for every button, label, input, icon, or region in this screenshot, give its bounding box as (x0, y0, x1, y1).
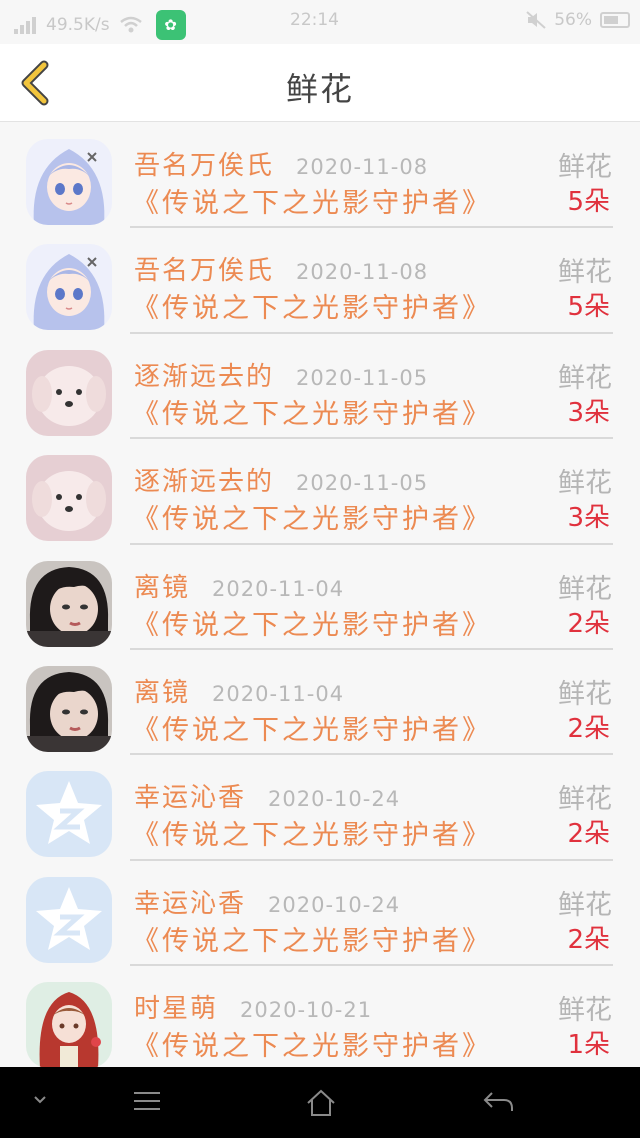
avatar[interactable] (26, 349, 112, 436)
battery-percent: 56% (554, 10, 592, 30)
page-title: 鲜花 (285, 70, 354, 108)
user-name[interactable]: 离镜 (134, 567, 190, 604)
menu-icon[interactable] (132, 1089, 162, 1113)
flower-count: 3朵 (567, 503, 610, 534)
flower-label: 鲜花 (558, 784, 612, 816)
avatar[interactable] (26, 455, 112, 542)
list-item[interactable]: 离镜 2020-11-04 《传说之下之光影守护者》 鲜花 2朵 (0, 545, 640, 650)
book-title[interactable]: 《传说之下之光影守护者》 (132, 603, 492, 642)
user-name[interactable]: 吾名万俟氏 (134, 250, 274, 287)
user-name[interactable]: 吾名万俟氏 (134, 145, 274, 182)
book-title[interactable]: 《传说之下之光影守护者》 (132, 392, 492, 431)
list-item[interactable]: 吾名万俟氏 2020-11-08 《传说之下之光影守护者》 鲜花 5朵 (0, 228, 640, 334)
flower-count: 5朵 (567, 187, 610, 217)
list-item[interactable]: 幸运沁香 2020-10-24 《传说之下之光影守护者》 鲜花 2朵 (0, 861, 640, 967)
book-title[interactable]: 《传说之下之光影守护者》 (132, 181, 492, 220)
gift-date: 2020-11-05 (296, 365, 429, 390)
flower-count: 2朵 (567, 819, 610, 850)
avatar[interactable] (26, 771, 112, 858)
list-item[interactable]: 逐渐远去的 2020-11-05 《传说之下之光影守护者》 鲜花 3朵 (0, 334, 640, 440)
flower-label: 鲜花 (558, 257, 612, 289)
book-title[interactable]: 《传说之下之光影守护者》 (132, 708, 492, 747)
wifi-icon (119, 16, 142, 33)
user-name[interactable]: 幸运沁香 (134, 883, 246, 920)
net-speed: 49.5K/s (46, 15, 110, 35)
gift-date: 2020-11-08 (296, 260, 429, 285)
avatar[interactable] (26, 982, 112, 1067)
flower-count: 2朵 (567, 713, 610, 744)
user-name[interactable]: 逐渐远去的 (134, 461, 274, 498)
book-title[interactable]: 《传说之下之光影守护者》 (132, 497, 492, 536)
book-title[interactable]: 《传说之下之光影守护者》 (132, 813, 492, 852)
flower-count: 2朵 (567, 924, 610, 955)
avatar[interactable] (26, 876, 112, 963)
flower-label: 鲜花 (558, 152, 612, 183)
user-name[interactable]: 逐渐远去的 (134, 356, 274, 393)
user-name[interactable]: 幸运沁香 (134, 777, 246, 814)
return-icon[interactable] (482, 1089, 514, 1115)
book-title[interactable]: 《传说之下之光影守护者》 (132, 1024, 492, 1063)
flower-label: 鲜花 (558, 995, 612, 1027)
flower-label: 鲜花 (558, 678, 612, 710)
list-item[interactable]: 时星萌 2020-10-21 《传说之下之光影守护者》 鲜花 1朵 (0, 966, 640, 1067)
gift-date: 2020-11-04 (212, 681, 345, 706)
system-nav-bar (0, 1067, 640, 1138)
flower-label: 鲜花 (558, 573, 612, 605)
flower-count: 3朵 (567, 397, 610, 428)
home-icon[interactable] (306, 1089, 336, 1117)
avatar[interactable] (26, 665, 112, 752)
flower-label: 鲜花 (558, 468, 612, 500)
app-notification-icon: ✿ (155, 10, 186, 40)
signal-icon (14, 16, 36, 34)
book-title[interactable]: 《传说之下之光影守护者》 (132, 919, 492, 958)
list-item[interactable]: 离镜 2020-11-04 《传说之下之光影守护者》 鲜花 2朵 (0, 650, 640, 756)
avatar[interactable] (26, 139, 112, 225)
user-name[interactable]: 离镜 (134, 672, 190, 709)
list-item[interactable]: 逐渐远去的 2020-11-05 《传说之下之光影守护者》 鲜花 3朵 (0, 439, 640, 545)
list-item[interactable]: 幸运沁香 2020-10-24 《传说之下之光影守护者》 鲜花 2朵 (0, 755, 640, 861)
flower-count: 5朵 (567, 292, 610, 323)
flower-count: 1朵 (567, 1030, 610, 1061)
gift-date: 2020-11-08 (296, 155, 429, 179)
gift-date: 2020-11-05 (296, 471, 429, 496)
avatar[interactable] (26, 560, 112, 647)
avatar[interactable] (26, 244, 112, 331)
user-name[interactable]: 时星萌 (134, 988, 218, 1025)
flower-count: 2朵 (567, 608, 610, 639)
flower-label: 鲜花 (558, 889, 612, 921)
gift-date: 2020-10-21 (240, 998, 373, 1023)
clock: 22:14 (290, 10, 339, 30)
book-title[interactable]: 《传说之下之光影守护者》 (132, 286, 492, 325)
page-header: 鲜花 (0, 44, 640, 122)
battery-icon (600, 12, 630, 28)
gift-date: 2020-10-24 (268, 892, 401, 917)
gift-date: 2020-11-04 (212, 576, 345, 601)
mute-icon (526, 11, 546, 29)
status-bar: 49.5K/s ✿ 22:14 56% (0, 0, 640, 44)
list-item[interactable]: 吾名万俟氏 2020-11-08 《传说之下之光影守护者》 鲜花 5朵 (0, 123, 640, 229)
flower-label: 鲜花 (558, 362, 612, 394)
gift-date: 2020-10-24 (268, 787, 401, 812)
chevron-down-icon[interactable] (30, 1089, 50, 1109)
flower-gift-list[interactable]: 吾名万俟氏 2020-11-08 《传说之下之光影守护者》 鲜花 5朵 吾名万俟氏… (0, 123, 640, 1067)
